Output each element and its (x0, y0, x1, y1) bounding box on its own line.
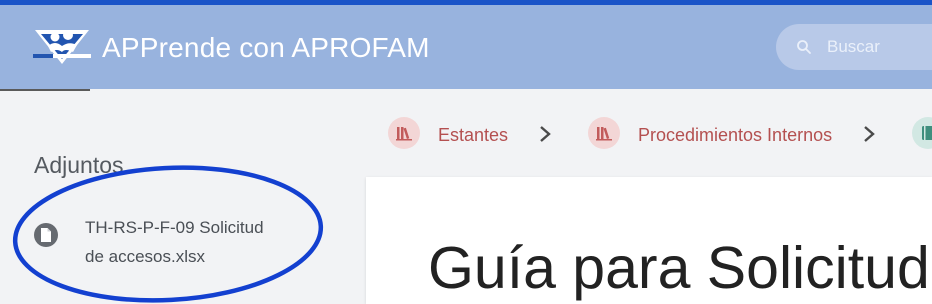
bookshelf-icon[interactable] (388, 117, 420, 149)
search-placeholder: Buscar (827, 37, 880, 56)
breadcrumb-item-procedimientos[interactable]: Procedimientos Internos (638, 124, 832, 146)
chevron-right-icon (540, 126, 551, 142)
sidebar-tab-underline (0, 89, 90, 91)
breadcrumb-item-estantes[interactable]: Estantes (438, 124, 508, 146)
book-icon[interactable] (912, 117, 932, 149)
attachment-label[interactable]: TH-RS-P-F-09 Solicitud de accesos.xlsx (85, 213, 285, 271)
app-header: APPrende con APROFAM Buscar (0, 5, 932, 89)
app-title[interactable]: APPrende con APROFAM (102, 32, 430, 64)
bookshelf-icon[interactable] (588, 117, 620, 149)
page-title: Guía para Solicitud (428, 235, 930, 301)
attachment-item[interactable]: TH-RS-P-F-09 Solicitud de accesos.xlsx (34, 210, 294, 270)
search-icon (797, 40, 811, 54)
search-input[interactable]: Buscar (776, 24, 932, 70)
attachments-title: Adjuntos (34, 152, 124, 178)
aprofam-logo[interactable] (33, 24, 91, 68)
file-icon (34, 223, 58, 247)
chevron-right-icon (864, 126, 875, 142)
content-card: Guía para Solicitud (366, 177, 932, 304)
